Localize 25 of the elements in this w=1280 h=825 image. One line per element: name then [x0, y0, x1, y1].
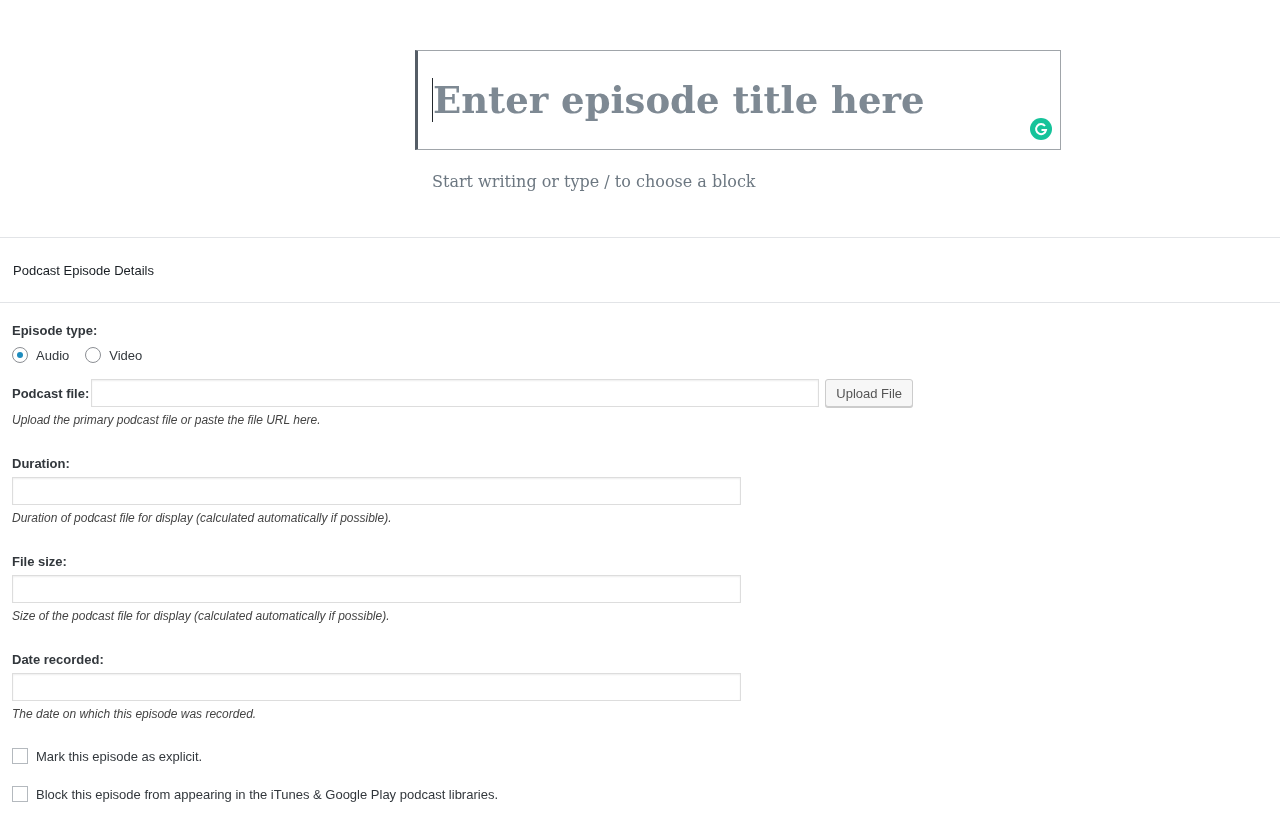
text-field[interactable] — [12, 575, 741, 603]
block-placeholder[interactable]: Start writing or type / to choose a block — [432, 172, 756, 191]
field-label: Duration: — [12, 456, 70, 471]
field-hint: The date on which this episode was recorded. — [12, 707, 257, 721]
radio-label: Audio — [36, 347, 70, 363]
field-label: File size: — [12, 554, 67, 569]
text-field[interactable] — [12, 477, 741, 505]
field-label: Episode type: — [12, 323, 98, 338]
field-label: Date recorded: — [12, 652, 104, 667]
panel-title: Podcast Episode Details — [13, 262, 154, 278]
radio-label: Video — [109, 347, 143, 363]
field-hint: Duration of podcast file for display (calculated automatically if possible). — [12, 511, 392, 525]
upload-file-button[interactable]: Upload File — [825, 379, 914, 407]
title-input[interactable]: Enter episode title here — [432, 78, 993, 122]
field-hint: Upload the primary podcast file or paste the file URL here. — [12, 413, 321, 427]
field-hint: Size of the podcast file for display (calculated automatically if possible). — [12, 609, 390, 623]
file-url-field[interactable] — [91, 379, 820, 407]
checkbox[interactable] — [12, 748, 28, 764]
text-field[interactable] — [12, 673, 741, 701]
grammar-checker-icon[interactable] — [1030, 118, 1052, 140]
field-label: Podcast file: — [12, 385, 90, 401]
checkbox-label: Mark this episode as explicit. — [36, 748, 203, 764]
title-field[interactable]: Enter episode title here — [415, 50, 1061, 150]
checkbox[interactable] — [12, 786, 28, 802]
checkbox-label: Block this episode from appearing in the iTunes & Google Play podcast libraries. — [36, 786, 498, 802]
